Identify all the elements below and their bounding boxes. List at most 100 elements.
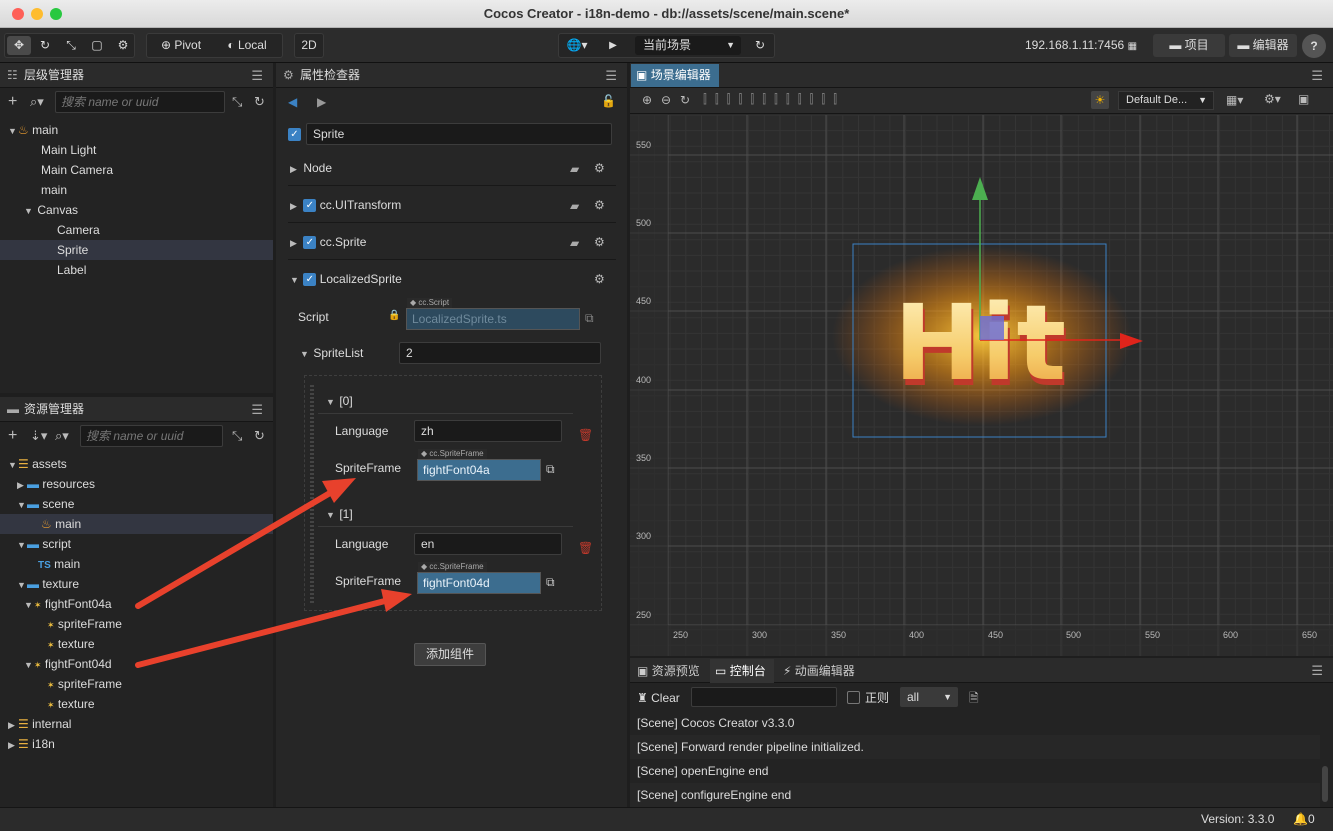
section-uitransform[interactable]: ▶ ✓ cc.UITransform [288, 187, 616, 223]
book-icon[interactable]: ▰ [570, 199, 579, 213]
log-level-select[interactable]: all ▼ [900, 687, 958, 707]
language-input-1[interactable]: en [414, 533, 562, 555]
local-button[interactable]: ◐ Local [215, 36, 279, 55]
close-window-button[interactable] [12, 8, 24, 20]
menu-icon[interactable]: ☰ [1311, 63, 1323, 88]
regex-checkbox[interactable] [847, 691, 860, 704]
asset-fightfont04a[interactable]: ▼✶ fightFont04a [24, 594, 112, 614]
asset-texture-d[interactable]: ✶ texture [47, 694, 95, 714]
forward-arrow-icon[interactable]: ▶ [317, 95, 326, 109]
spriteframe-field-0[interactable]: fightFont04a [417, 459, 541, 481]
locate-icon[interactable]: ⧉ [546, 575, 555, 590]
console-filter-input[interactable] [691, 687, 837, 707]
spritelist-item-0-header[interactable]: ▼ [0] [326, 391, 353, 411]
back-arrow-icon[interactable]: ◀ [288, 95, 297, 109]
menu-icon[interactable]: ☰ [251, 397, 263, 422]
tree-item-main-light[interactable]: Main Light [41, 140, 96, 160]
play-icon[interactable]: ▶ [603, 36, 623, 55]
hierarchy-search-input[interactable]: 搜索 name or uuid [55, 91, 225, 113]
scale-tool-icon[interactable]: ⤡ [59, 36, 83, 55]
gear-icon[interactable]: ⚙ [594, 161, 605, 175]
asset-script-folder[interactable]: ▼▬ script [17, 534, 71, 554]
mode-2d-button[interactable]: 2D [296, 36, 322, 55]
asset-scene-folder[interactable]: ▼▬ scene [17, 494, 74, 514]
sort-icon[interactable]: ⇣▾ [30, 428, 47, 444]
gear-icon[interactable]: ⚙ [594, 198, 605, 212]
spriteframe-field-1[interactable]: fightFont04d [417, 572, 541, 594]
scene-viewport[interactable]: 550 500 450 400 350 300 250 250 300 350 400 450 500… [630, 115, 1333, 656]
spritelist-count-input[interactable]: 2 [399, 342, 601, 364]
add-asset-icon[interactable]: + [8, 427, 17, 445]
align-tools-icon[interactable]: ⫿⫿⫿⫿⫿⫿⫿⫿⫿⫿⫿⫿ [703, 92, 845, 107]
move-tool-icon[interactable]: ✥ [7, 36, 31, 55]
grid-icon[interactable]: ▣ [1298, 92, 1309, 106]
assets-search-input[interactable]: 搜索 name or uuid [80, 425, 223, 447]
pivot-button[interactable]: ⊕ Pivot [149, 36, 213, 55]
asset-texture-a[interactable]: ✶ texture [47, 634, 95, 654]
search-icon[interactable]: ⌕▾ [55, 428, 69, 444]
add-component-button[interactable]: 添加组件 [414, 643, 486, 666]
zoom-out-icon[interactable]: ⊖ [661, 93, 671, 107]
tree-item-main-scene[interactable]: ▼♨ main [8, 120, 58, 140]
project-button[interactable]: ▬ 项目 [1153, 34, 1225, 57]
tab-asset-preview[interactable]: ▣ 资源预览 [632, 659, 708, 683]
asset-fightfont04d[interactable]: ▼✶ fightFont04d [24, 654, 112, 674]
trash-icon[interactable]: 🗑 [578, 428, 593, 442]
rect-tool-icon[interactable]: ▢ [85, 36, 109, 55]
gear-icon[interactable]: ⚙ [594, 235, 605, 249]
editor-button[interactable]: ▬ 编辑器 [1229, 34, 1297, 57]
component-checkbox[interactable]: ✓ [303, 273, 317, 287]
tree-item-camera[interactable]: Camera [57, 220, 100, 240]
zoom-in-icon[interactable]: ⊕ [642, 93, 652, 107]
help-button[interactable]: ? [1302, 34, 1326, 58]
file-icon[interactable]: 🗎 [969, 689, 979, 710]
tab-animation-editor[interactable]: ⚡ 动画编辑器 [778, 659, 868, 683]
refresh-icon[interactable]: ↻ [254, 94, 265, 110]
zoom-window-button[interactable] [50, 8, 62, 20]
tab-scene-editor[interactable]: ▣ 场景编辑器 [631, 64, 719, 87]
add-node-icon[interactable]: + [8, 93, 17, 111]
asset-assets[interactable]: ▼☰ assets [8, 454, 67, 474]
gear-icon[interactable]: ⚙ [594, 272, 605, 286]
sun-icon[interactable]: ☀ [1091, 91, 1109, 109]
reset-view-icon[interactable]: ↻ [680, 93, 690, 107]
book-icon[interactable]: ▰ [570, 236, 579, 250]
collapse-all-icon[interactable]: ⤡ [232, 94, 242, 110]
locate-icon[interactable]: ⧉ [585, 311, 594, 326]
tree-item-main-camera[interactable]: Main Camera [41, 160, 113, 180]
spritelist-item-1-header[interactable]: ▼ [1] [326, 504, 353, 524]
layout-select[interactable]: Default De... ▼ [1118, 91, 1214, 110]
section-localizedsprite[interactable]: ▼ ✓ LocalizedSprite [288, 261, 616, 297]
asset-i18n[interactable]: ▶ ☰ i18n [8, 734, 55, 754]
minimize-window-button[interactable] [31, 8, 43, 20]
notifications[interactable]: 🔔0 [1293, 812, 1315, 826]
tree-item-sprite-selected[interactable]: Sprite [0, 240, 273, 260]
section-sprite[interactable]: ▶ ✓ cc.Sprite [288, 224, 616, 260]
gear-icon[interactable]: ⚙ [111, 36, 135, 55]
scene-select[interactable]: 当前场景 ▼ [635, 36, 741, 55]
rotate-tool-icon[interactable]: ↻ [33, 36, 57, 55]
tree-item-main[interactable]: main [41, 180, 67, 200]
book-icon[interactable]: ▰ [570, 162, 579, 176]
refresh-icon[interactable]: ↻ [254, 428, 265, 444]
console-scrollbar[interactable] [1322, 766, 1328, 802]
component-checkbox[interactable]: ✓ [303, 199, 317, 213]
tree-item-canvas[interactable]: ▼ Canvas [24, 200, 78, 220]
node-name-input[interactable]: Sprite [306, 123, 612, 145]
asset-spriteframe-a[interactable]: ✶ spriteFrame [47, 614, 122, 634]
refresh-icon[interactable]: ↻ [749, 36, 771, 55]
preview-ip[interactable]: 192.168.1.11:7456 ▦ [1025, 38, 1137, 52]
menu-icon[interactable]: ☰ [1311, 658, 1323, 683]
section-node[interactable]: ▶ Node [288, 150, 616, 186]
gear-icon[interactable]: ⚙▾ [1264, 92, 1281, 106]
trash-icon[interactable]: 🗑 [578, 541, 593, 555]
gizmo-xy-handle[interactable] [980, 316, 1004, 340]
node-active-checkbox[interactable]: ✓ [288, 128, 301, 141]
menu-icon[interactable]: ☰ [251, 63, 263, 88]
tree-item-label[interactable]: Label [57, 260, 86, 280]
component-checkbox[interactable]: ✓ [303, 236, 317, 250]
asset-internal[interactable]: ▶ ☰ internal [8, 714, 71, 734]
lock-icon[interactable]: 🔓 [601, 94, 616, 108]
asset-main-script[interactable]: TS main [38, 554, 80, 574]
spritelist-label[interactable]: ▼ SpriteList [300, 343, 363, 363]
